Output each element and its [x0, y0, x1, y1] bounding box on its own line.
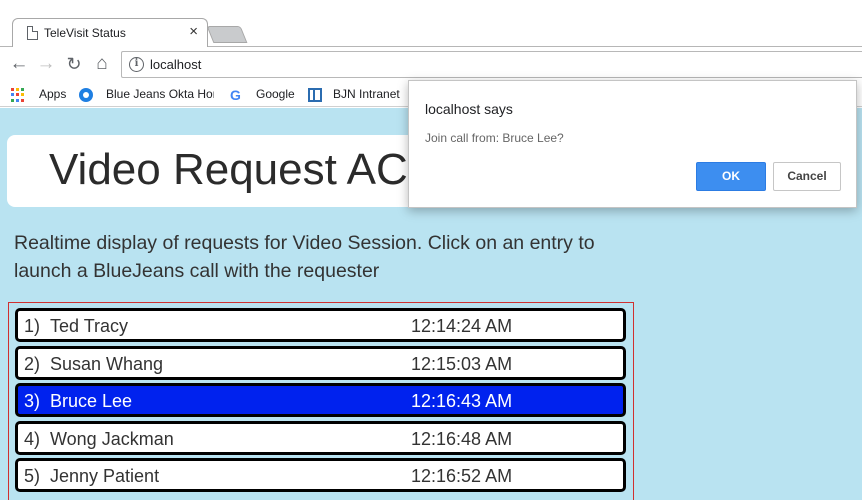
request-time: 12:16:48 AM: [411, 428, 513, 449]
google-icon: G: [230, 87, 241, 103]
page-icon: [27, 26, 38, 40]
requester-name: Jenny Patient: [50, 466, 160, 486]
tab-title: TeleVisit Status: [44, 26, 126, 40]
request-number: 4): [24, 428, 41, 449]
request-row[interactable]: 4) Wong Jackman 12:16:48 AM: [15, 420, 626, 455]
request-time: 12:15:03 AM: [411, 353, 513, 374]
bookmark-label: Google: [256, 87, 295, 101]
request-list: 1) Ted Tracy 12:14:24 AM 2) Susan Whang 12:15…: [8, 302, 634, 500]
bookmark-label: Blue Jeans Okta Hon: [106, 87, 214, 101]
home-icon[interactable]: ⌂: [91, 53, 113, 75]
page-description: Realtime display of requests for Video S…: [14, 232, 595, 282]
request-row[interactable]: 2) Susan Whang 12:15:03 AM: [15, 345, 626, 380]
ok-button[interactable]: OK: [696, 162, 766, 191]
page-title: Video Request ACD: [49, 145, 440, 194]
okta-icon: [79, 88, 93, 102]
request-number: 1): [24, 316, 41, 336]
request-time: 12:16:52 AM: [411, 466, 513, 486]
request-time: 12:16:43 AM: [411, 391, 513, 411]
browser-tab[interactable]: TeleVisit Status ×: [12, 18, 208, 47]
request-row[interactable]: 3) Bruce Lee 12:16:43 AM: [15, 383, 626, 417]
reload-icon[interactable]: ↻: [63, 53, 85, 75]
request-number: 3): [24, 391, 41, 411]
dialog-message: Join call from: Bruce Lee?: [425, 131, 564, 145]
requester-name: Ted Tracy: [50, 316, 129, 336]
bookmark-label: BJN Intranet: [333, 87, 400, 101]
bookmark-label: Apps: [39, 87, 67, 101]
new-tab-button[interactable]: [206, 26, 248, 43]
requester-name: Susan Whang: [50, 353, 164, 374]
request-number: 5): [24, 466, 41, 486]
forward-arrow-icon[interactable]: →: [35, 53, 57, 75]
request-number: 2): [24, 353, 41, 374]
browser-toolbar: ← → ↻ ⌂ i localhost: [0, 47, 862, 82]
info-icon[interactable]: i: [129, 57, 144, 72]
bjn-icon: [308, 88, 322, 102]
request-row[interactable]: 5) Jenny Patient 12:16:52 AM: [15, 458, 626, 492]
requester-name: Bruce Lee: [50, 391, 133, 411]
tab-strip: TeleVisit Status ×: [0, 0, 862, 47]
address-bar[interactable]: i localhost: [121, 51, 862, 78]
apps-grid-icon: [11, 88, 25, 102]
alert-dialog: localhost says Join call from: Bruce Lee…: [408, 80, 857, 208]
dialog-title: localhost says: [425, 101, 513, 117]
requester-name: Wong Jackman: [50, 428, 174, 449]
request-time: 12:14:24 AM: [411, 316, 513, 336]
request-row[interactable]: 1) Ted Tracy 12:14:24 AM: [15, 308, 626, 342]
close-icon[interactable]: ×: [189, 23, 198, 41]
back-arrow-icon[interactable]: ←: [8, 53, 30, 75]
cancel-button[interactable]: Cancel: [773, 162, 841, 191]
url-text: localhost: [150, 57, 202, 72]
